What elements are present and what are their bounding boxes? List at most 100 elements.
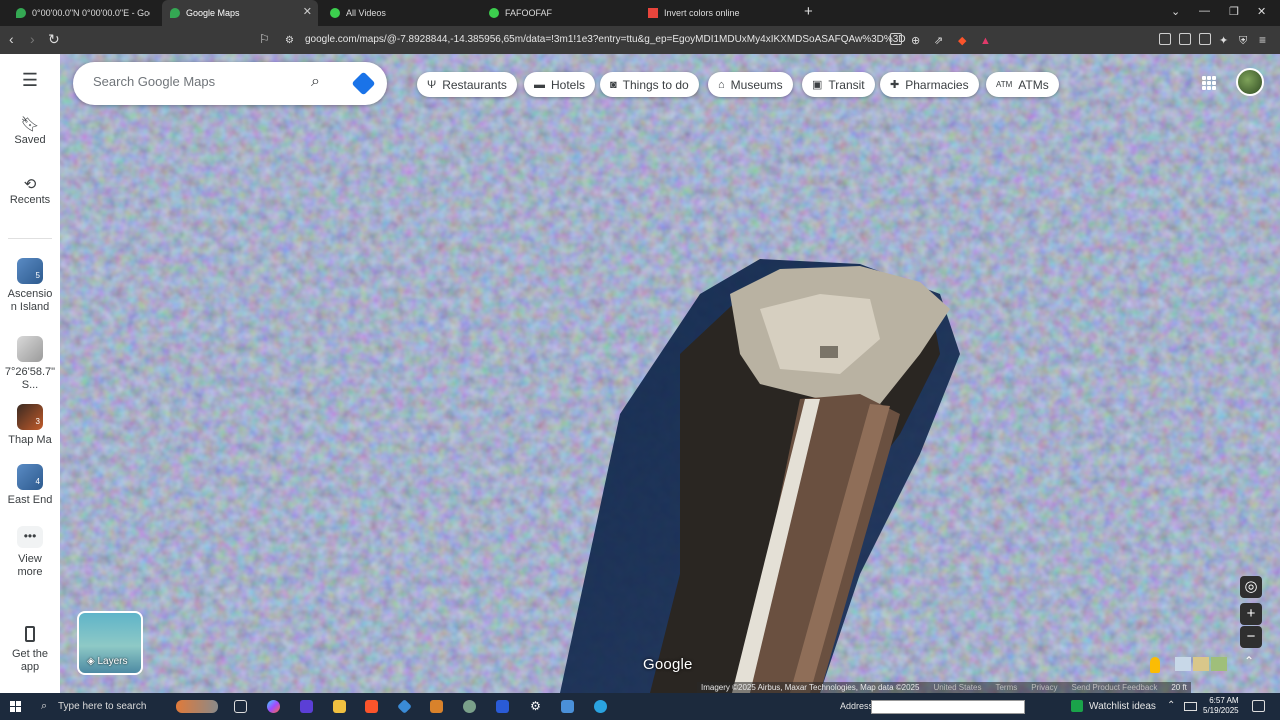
place-count-badge: 3	[35, 417, 40, 426]
tab-fafoofaf[interactable]: FAFOOFAF	[481, 0, 631, 26]
google-apps-icon[interactable]	[1202, 76, 1216, 90]
street-view-pegman-icon[interactable]	[1150, 657, 1160, 673]
app-icon[interactable]	[430, 700, 443, 713]
zoom-in-button[interactable]: +	[1240, 603, 1262, 625]
bus-icon: ▣	[812, 79, 823, 91]
recents-button[interactable]: ⟲ Recents	[0, 177, 60, 207]
bed-icon: ▬	[534, 78, 545, 91]
browser-tab-strip: 0°00'00.0"N 0°00'00.0"E - Google M Googl…	[0, 0, 1280, 26]
app-icon[interactable]	[496, 700, 509, 713]
chip-label: Restaurants	[442, 77, 507, 92]
chip-atms[interactable]: ATM ATMs	[986, 72, 1059, 97]
privacy-link[interactable]: Privacy	[1031, 682, 1057, 693]
app-icon[interactable]	[463, 700, 476, 713]
recent-place-ascension-island[interactable]: 5 Ascensio n Island	[0, 258, 60, 314]
site-info-icon[interactable]: ⚙	[285, 34, 294, 48]
address-toolbar-input[interactable]	[871, 700, 1025, 714]
weather-widget-icon[interactable]	[176, 700, 218, 713]
close-tab-icon[interactable]: ✕	[303, 7, 312, 18]
account-avatar[interactable]	[1236, 68, 1264, 96]
satellite-imagery	[60, 54, 1280, 693]
task-view-icon[interactable]	[234, 700, 247, 713]
close-window-icon[interactable]: ✕	[1257, 5, 1266, 18]
zoom-out-button[interactable]: −	[1240, 626, 1262, 648]
chip-hotels[interactable]: ▬ Hotels	[524, 72, 596, 97]
get-app-label: Get the	[11, 648, 49, 660]
share-icon[interactable]: ⇗	[934, 34, 943, 48]
restore-icon[interactable]: ❐	[1229, 5, 1239, 18]
recent-place-east-end[interactable]: 4 East End	[0, 464, 60, 507]
minimize-icon[interactable]: —	[1199, 5, 1210, 17]
menu-icon[interactable]: ≡	[1259, 33, 1266, 47]
chip-restaurants[interactable]: Ψ Restaurants	[417, 72, 517, 97]
taskbar-search[interactable]: ⌕ Type here to search	[36, 693, 166, 720]
chip-pharmacies[interactable]: ✚ Pharmacies	[880, 72, 979, 97]
expand-icon[interactable]: ⌃	[1244, 654, 1254, 668]
new-tab-icon[interactable]: +	[804, 4, 813, 19]
leo-ai-icon[interactable]: ✦	[1219, 34, 1228, 48]
taskbar-search-label: Type here to search	[58, 701, 147, 712]
vpn-icon[interactable]: ⛨	[1239, 34, 1247, 48]
recent-place-coordinates[interactable]: 7°26'58.7" S...	[0, 336, 60, 392]
scale-label[interactable]: 20 ft	[1171, 682, 1187, 693]
satellite-map[interactable]	[60, 54, 1280, 693]
search-input[interactable]	[93, 74, 303, 89]
settings-icon[interactable]: ⚙	[529, 700, 542, 713]
brave-browser-icon[interactable]	[365, 700, 378, 713]
fork-knife-icon: Ψ	[427, 78, 437, 91]
search-icon[interactable]: ⌕	[311, 73, 320, 91]
url-field[interactable]: google.com/maps/@-7.8928844,-14.385956,6…	[305, 34, 906, 45]
view-more-button[interactable]: ••• View more	[0, 526, 60, 579]
app-icon[interactable]	[300, 700, 313, 713]
keyboard-icon[interactable]	[1184, 702, 1197, 711]
get-the-app-button[interactable]: Get the app	[0, 626, 60, 674]
file-explorer-icon[interactable]	[333, 700, 346, 713]
watchlist-label: Watchlist ideas	[1089, 700, 1156, 712]
chip-things-to-do[interactable]: ◙ Things to do	[600, 72, 699, 97]
copilot-icon[interactable]	[267, 700, 280, 713]
maps-left-rail: ☰ 🔖︎ Saved ⟲ Recents 5 Ascensio n Island…	[0, 54, 60, 693]
terms-link[interactable]: Terms	[995, 682, 1017, 693]
forward-icon[interactable]: ›	[30, 32, 35, 46]
directions-icon[interactable]	[351, 71, 376, 96]
reload-icon[interactable]: ↻	[48, 32, 60, 46]
telegram-icon[interactable]	[594, 700, 607, 713]
rewards-icon[interactable]: ▲	[980, 34, 991, 48]
chip-transit[interactable]: ▣ Transit	[802, 72, 875, 97]
my-location-icon[interactable]: ◎	[1240, 576, 1262, 598]
app-icon[interactable]	[561, 700, 574, 713]
pharmacy-icon: ✚	[890, 79, 900, 91]
bookmark-icon[interactable]: ⚐	[259, 32, 270, 46]
zoom-icon[interactable]: ⊕	[911, 34, 920, 48]
saved-button[interactable]: 🔖︎ Saved	[0, 117, 60, 147]
feedback-link[interactable]: Send Product Feedback	[1071, 682, 1157, 693]
wallet-icon[interactable]	[1199, 33, 1211, 45]
tab-google-maps[interactable]: Google Maps ✕	[162, 0, 318, 26]
watchlist-widget[interactable]: Watchlist ideas	[1071, 700, 1156, 712]
windows-start-icon[interactable]	[10, 701, 21, 712]
tab-all-videos[interactable]: All Videos	[322, 0, 472, 26]
country-link[interactable]: United States	[933, 682, 981, 693]
imagery-thumbnails[interactable]	[1175, 657, 1227, 671]
brave-shield-icon[interactable]: ◆	[958, 34, 966, 48]
imagery-attribution: Imagery ©2025 Airbus, Maxar Technologies…	[701, 683, 920, 692]
layers-label: Layers	[97, 656, 128, 667]
tab-coordinates[interactable]: 0°00'00.0"N 0°00'00.0"E - Google M	[8, 0, 158, 26]
sidebar-icon[interactable]	[1179, 33, 1191, 45]
chip-museums[interactable]: ⌂ Museums	[708, 72, 793, 97]
taskbar-clock[interactable]: 6:57 AM 5/19/2025	[1203, 696, 1239, 716]
tab-list-chevron-icon[interactable]: ⌄	[1171, 5, 1180, 18]
cast-icon[interactable]	[890, 33, 902, 45]
back-icon[interactable]: ‹	[9, 32, 14, 46]
tab-invert-colors[interactable]: Invert colors online	[640, 0, 790, 26]
tray-chevron-icon[interactable]: ⌃	[1167, 700, 1175, 711]
place-label: East End	[7, 494, 53, 506]
notifications-icon[interactable]	[1252, 700, 1265, 712]
recent-place-thap-ma[interactable]: 3 Thap Ma	[0, 404, 60, 447]
layers-button[interactable]: ◈ Layers	[77, 611, 143, 675]
app-icon[interactable]	[397, 699, 412, 714]
hamburger-menu-icon[interactable]: ☰	[0, 71, 60, 89]
extensions-icon[interactable]	[1159, 33, 1171, 45]
place-label: Thap Ma	[8, 434, 52, 446]
camera-icon: ◙	[610, 78, 617, 91]
